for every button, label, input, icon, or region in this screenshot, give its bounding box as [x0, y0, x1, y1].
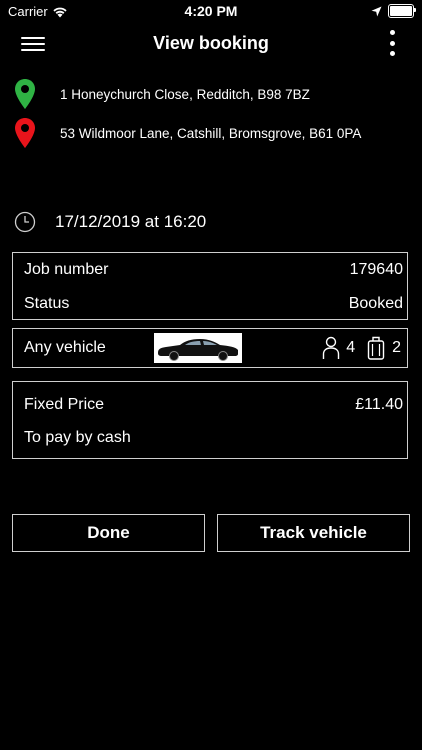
- pickup-address-row: 1 Honeychurch Close, Redditch, B98 7BZ: [14, 78, 310, 110]
- status-row: Status Booked: [24, 295, 403, 313]
- track-vehicle-button[interactable]: Track vehicle: [217, 514, 410, 552]
- payment-box: Fixed Price £11.40 To pay by cash: [12, 381, 408, 459]
- passenger-count: 4: [346, 339, 356, 356]
- battery-icon: [388, 4, 416, 18]
- clock-icon: [14, 211, 36, 233]
- vehicle-type: Any vehicle: [24, 339, 106, 356]
- price-label: Fixed Price: [24, 396, 105, 413]
- luggage-count: 2: [392, 339, 401, 356]
- vertical-ellipsis-icon[interactable]: [388, 30, 396, 56]
- status-bar: Carrier 4:20 PM: [0, 0, 422, 22]
- fixed-price-row: Fixed Price £11.40: [24, 396, 403, 414]
- pickup-datetime: 17/12/2019 at 16:20: [55, 212, 207, 231]
- job-number-label: Job number: [24, 261, 109, 278]
- vehicle-capacity: 4 2: [322, 336, 401, 360]
- passenger-icon: [322, 336, 340, 359]
- car-icon: [154, 333, 242, 363]
- status-time: 4:20 PM: [184, 3, 238, 19]
- status-value: Booked: [348, 295, 403, 312]
- green-location-pin-icon: [15, 79, 35, 109]
- dropoff-address: 53 Wildmoor Lane, Catshill, Bromsgrove, …: [60, 125, 362, 141]
- luggage-icon: [367, 336, 385, 360]
- status-right: [371, 4, 416, 18]
- navigation-bar: View booking: [0, 22, 422, 66]
- job-number-value: 179640: [349, 261, 403, 278]
- location-arrow-icon: [371, 6, 382, 16]
- pickup-datetime-row: 17/12/2019 at 16:20: [14, 211, 206, 233]
- payment-method: To pay by cash: [24, 429, 131, 446]
- price-value: £11.40: [355, 396, 403, 413]
- page-title: View booking: [153, 33, 269, 53]
- dropoff-address-row: 53 Wildmoor Lane, Catshill, Bromsgrove, …: [14, 117, 361, 149]
- job-details-box: Job number 179640 Status Booked: [12, 252, 408, 320]
- payment-method-row: To pay by cash: [24, 429, 403, 447]
- done-button[interactable]: Done: [12, 514, 205, 552]
- status-label: Status: [24, 295, 70, 312]
- pickup-address: 1 Honeychurch Close, Redditch, B98 7BZ: [60, 86, 310, 102]
- vehicle-box: Any vehicle 4 2: [12, 328, 408, 368]
- red-location-pin-icon: [15, 118, 35, 148]
- job-number-row: Job number 179640: [24, 261, 403, 279]
